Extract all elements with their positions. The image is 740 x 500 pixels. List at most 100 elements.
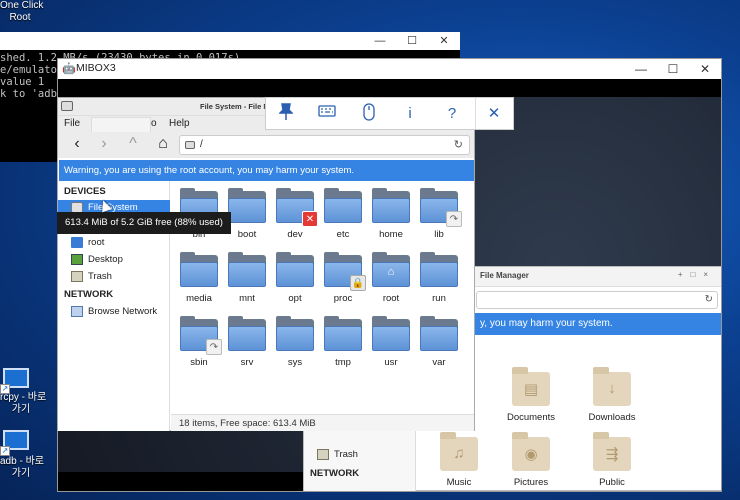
fm2-network-heading: NETWORK	[310, 468, 360, 479]
music-icon: ♫	[453, 445, 465, 462]
info-icon[interactable]: i	[398, 103, 422, 125]
scrcpy-shortcut-icon[interactable]: ↗	[0, 368, 30, 394]
folder-icon	[276, 252, 314, 287]
home-icon	[71, 237, 83, 248]
toolbar: ‹ › ^ ⌂ / ↻	[58, 132, 474, 158]
up-button[interactable]: ^	[122, 135, 144, 155]
desktop-icon-label-scrcpy[interactable]: rcpy - 바로 가기	[0, 392, 46, 416]
folder-opt[interactable]: opt	[271, 252, 319, 304]
path-text[interactable]: /	[200, 139, 203, 150]
folder-srv[interactable]: srv	[223, 316, 271, 368]
desktop: One Click Root ↗ rcpy - 바로 가기 ↗ adb - 바로…	[0, 0, 740, 500]
drive-icon	[185, 141, 195, 149]
menu-file[interactable]: File	[64, 118, 80, 129]
folder-lib[interactable]: ↷ lib	[415, 188, 463, 240]
fm2-folder-pictures[interactable]: ◉ Pictures	[491, 432, 571, 488]
fm2-folder-music[interactable]: ♫ Music	[419, 432, 499, 488]
cmd-maximize-button[interactable]: ☐	[396, 32, 428, 50]
folder-sbin[interactable]: ↷ sbin	[175, 316, 223, 368]
folder-icon	[372, 188, 410, 223]
folder-icon	[228, 316, 266, 351]
devices-heading: DEVICES	[64, 186, 106, 197]
folder-tmp[interactable]: tmp	[319, 316, 367, 368]
android-top-bar	[58, 79, 721, 97]
forward-button[interactable]: ›	[93, 135, 115, 155]
minimize-button[interactable]: —	[625, 59, 657, 79]
cmd-titlebar[interactable]: — ☐ ✕	[0, 32, 460, 50]
fm2-window-controls[interactable]: +□×	[678, 270, 716, 279]
toolbar-divider	[475, 98, 476, 129]
download-icon: ↓	[608, 380, 616, 397]
fm2-folder-downloads[interactable]: ↓ Downloads	[572, 367, 652, 423]
folder-name: sys	[287, 357, 303, 368]
pin-icon[interactable]	[274, 103, 298, 125]
close-icon[interactable]: ✕	[482, 103, 506, 125]
folder-etc[interactable]: etc	[319, 188, 367, 240]
maximize-button[interactable]: ☐	[657, 59, 689, 79]
folder-mnt[interactable]: mnt	[223, 252, 271, 304]
folder-icon	[324, 316, 362, 351]
folder-name: sbin	[190, 357, 208, 368]
folder-media[interactable]: media	[175, 252, 223, 304]
cmd-minimize-button[interactable]: —	[364, 32, 396, 50]
desktop-icon-label-one-click-root[interactable]: One Click Root	[0, 0, 43, 24]
fm2-path-bar[interactable]: ↻	[476, 291, 718, 309]
folder-var[interactable]: var	[415, 316, 463, 368]
folder-name: opt	[288, 293, 302, 304]
mouse-icon[interactable]	[357, 103, 381, 125]
fm2-refresh-icon[interactable]: ↻	[705, 294, 713, 305]
desktop-icon	[71, 254, 83, 265]
path-bar[interactable]: / ↻	[179, 135, 470, 155]
folder-name: dev	[287, 229, 303, 240]
folder-icon	[228, 252, 266, 287]
folder-name: lib	[434, 229, 444, 240]
close-button[interactable]: ✕	[689, 59, 721, 79]
menu-help[interactable]: Help	[169, 118, 190, 129]
home-button[interactable]: ⌂	[152, 135, 174, 155]
lock-emblem-icon: 🔒	[350, 275, 366, 291]
network-icon	[71, 306, 83, 317]
drive-icon	[61, 101, 73, 111]
folder-icon	[228, 188, 266, 223]
root-warning-banner: Warning, you are using the root account,…	[59, 160, 474, 181]
back-button[interactable]: ‹	[66, 135, 88, 155]
folder-dev[interactable]: ✕ dev	[271, 188, 319, 240]
folder-icon	[180, 252, 218, 287]
folder-usr[interactable]: usr	[367, 316, 415, 368]
folder-name: root	[382, 293, 400, 304]
folder-sys[interactable]: sys	[271, 316, 319, 368]
fm2-folder-public[interactable]: ⇶ Public	[572, 432, 652, 488]
file-manager-window[interactable]: File System - File Manager File o Help ‹…	[57, 97, 475, 431]
folder-name: mnt	[239, 293, 255, 304]
network-heading: NETWORK	[64, 289, 114, 300]
trash-icon	[317, 449, 329, 460]
mibox-titlebar[interactable]: 🤖 MIBOX3 — ☐ ✕	[58, 59, 721, 79]
camera-icon: ◉	[524, 446, 538, 463]
folder-name: home	[379, 229, 403, 240]
folder-run[interactable]: run	[415, 252, 463, 304]
fm2-sidebar-item-trash[interactable]: Trash	[304, 447, 416, 462]
folder-icon: ⌂	[372, 252, 410, 287]
home-emblem-icon: ⌂	[387, 266, 395, 278]
menu-go[interactable]: o	[151, 118, 157, 129]
sidebar-item-trash[interactable]: Trash	[58, 269, 170, 284]
sidebar-footer	[58, 414, 170, 431]
sidebar-item-desktop[interactable]: Desktop	[58, 252, 170, 267]
refresh-icon[interactable]: ↻	[454, 138, 463, 151]
cmd-close-button[interactable]: ✕	[428, 32, 460, 50]
folder-name: run	[432, 293, 446, 304]
fm2-folder-documents[interactable]: ▤ Documents	[491, 367, 571, 423]
share-icon: ⇶	[605, 446, 619, 463]
adb-shortcut-icon[interactable]: ↗	[0, 430, 30, 456]
desktop-icon-label-adb[interactable]: adb - 바로 가기	[0, 456, 44, 480]
sidebar-item-root[interactable]: root	[58, 235, 170, 250]
help-icon[interactable]: ?	[440, 103, 464, 125]
keyboard-icon[interactable]	[315, 103, 339, 125]
folder-home[interactable]: home	[367, 188, 415, 240]
sidebar-item-browse-network[interactable]: Browse Network	[58, 304, 170, 319]
folder-root[interactable]: ⌂ root	[367, 252, 415, 304]
folder-icon: ↷	[420, 188, 462, 227]
symlink-emblem-icon: ↷	[206, 339, 222, 355]
folder-proc[interactable]: 🔒 proc	[319, 252, 367, 304]
folder-icon	[420, 252, 458, 287]
